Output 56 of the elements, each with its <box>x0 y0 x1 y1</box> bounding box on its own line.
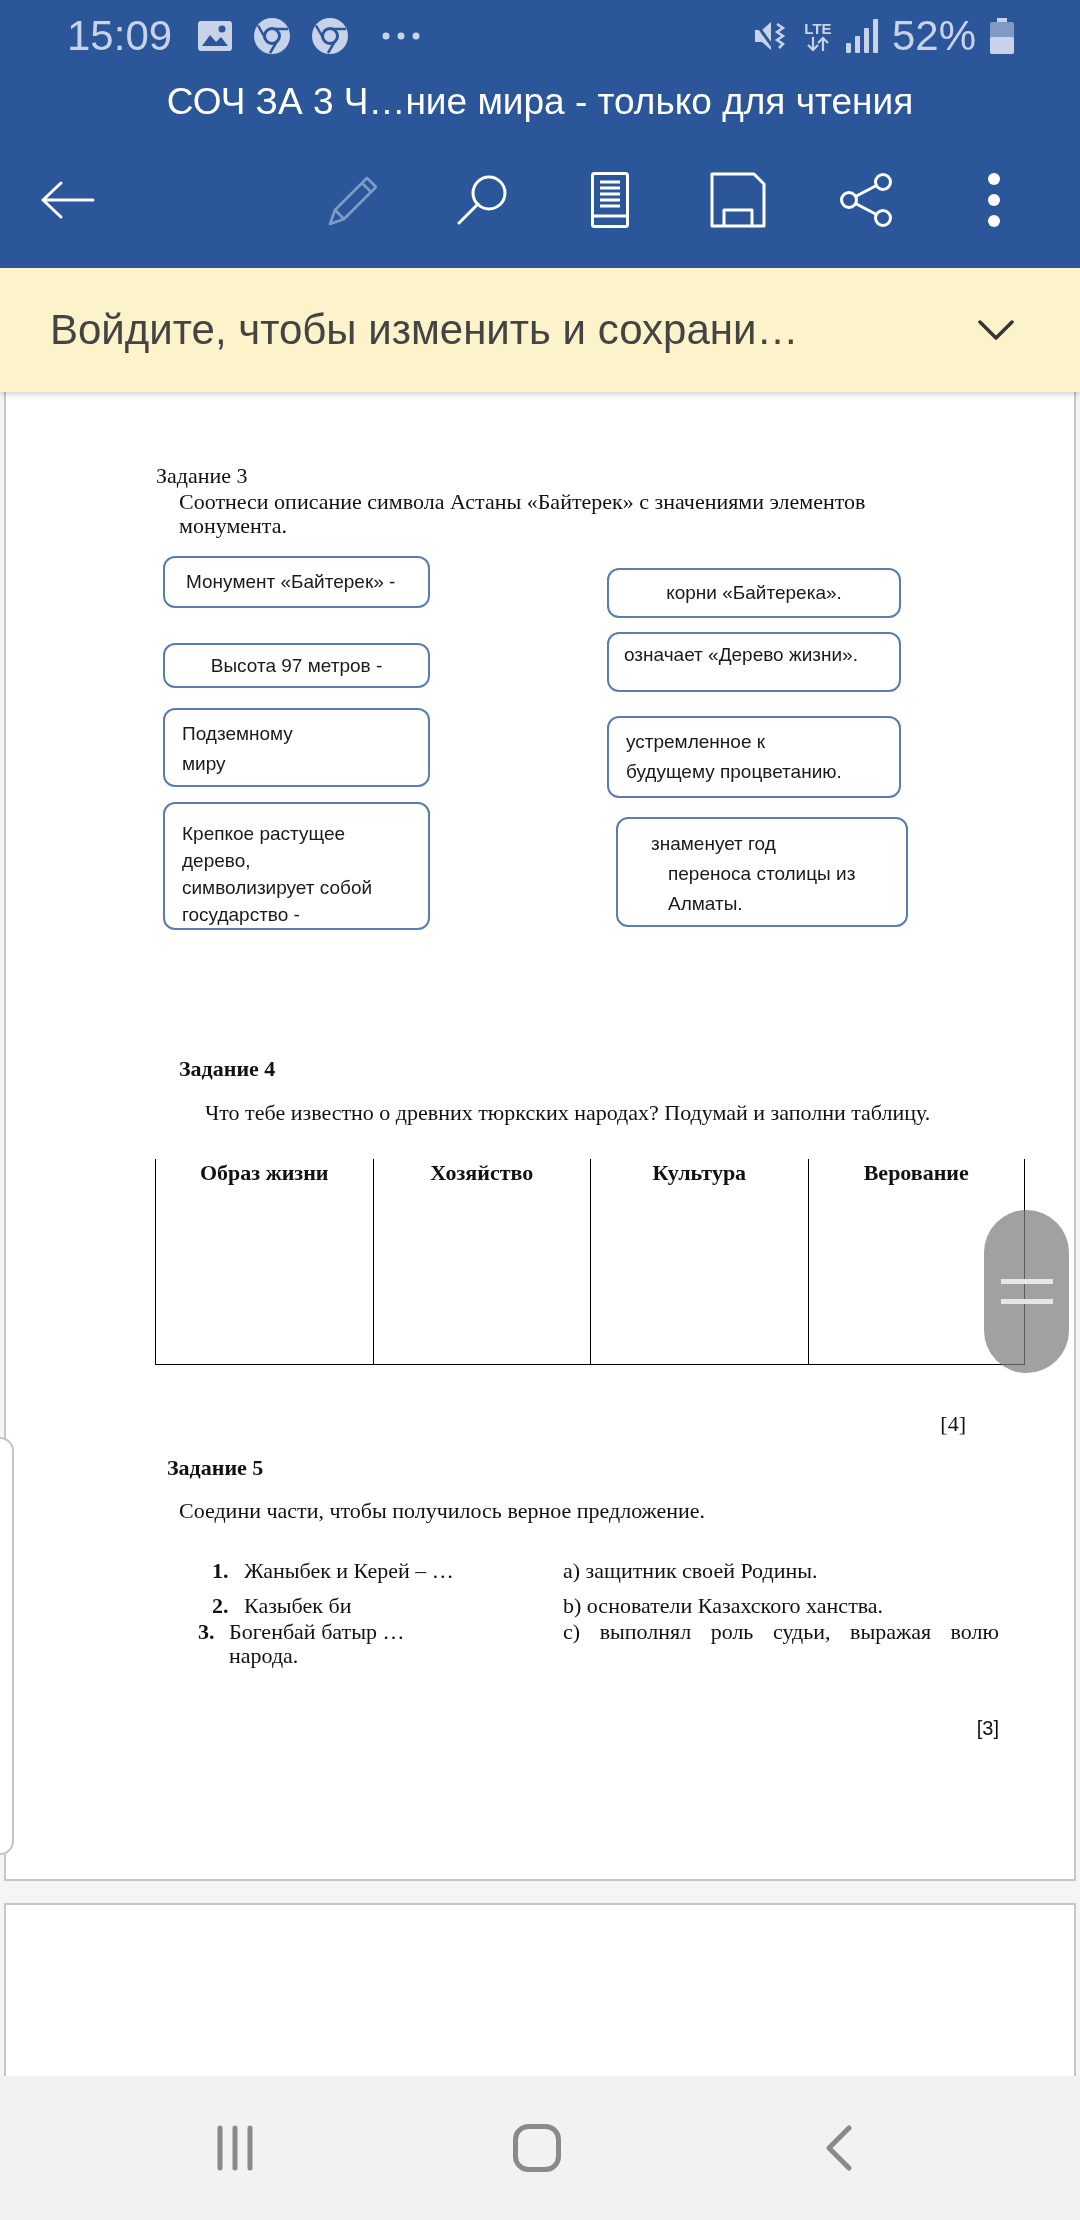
meaning-card: знаменует год переноса столицы из Алматы. <box>616 817 908 927</box>
answer-option: c) выполнял роль судьи, выражая волю <box>563 1620 999 1644</box>
image-icon <box>198 21 233 51</box>
answer-cell[interactable] <box>590 1187 808 1365</box>
statement-card: Крепкое растущее дерево, символизирует собой государство - <box>163 802 430 930</box>
share-button[interactable] <box>839 172 893 228</box>
match-item: Богенбай батыр … <box>229 1620 405 1644</box>
document-title: СОЧ ЗА 3 Ч…ние мира - только для чтения <box>166 80 914 124</box>
task-heading: Задание 5 <box>167 1456 264 1480</box>
meaning-card: означает «Дерево жизни». <box>607 632 901 692</box>
chevron-down-icon[interactable] <box>978 320 1014 340</box>
statement-card: Подземному миру <box>163 708 430 787</box>
answer-option: a) защитник своей Родины. <box>563 1559 818 1583</box>
more-notifications-icon <box>382 32 421 40</box>
match-item: Казыбек би <box>244 1594 352 1618</box>
wrapped-line: народа. <box>229 1644 299 1668</box>
statement-card: Высота 97 метров - <box>163 643 430 688</box>
table-header: Образ жизни <box>155 1159 373 1187</box>
table-header: Хозяйство <box>372 1159 590 1187</box>
task-instruction: Соотнеси описание символа Астаны «Байтерек» с значениями элементов монумента. <box>179 490 867 538</box>
task-heading: Задание 3 <box>156 464 248 488</box>
share-icon <box>839 172 893 228</box>
task-instruction: Что тебе известно о древних тюркских народах? Подумай и заполни таблицу. <box>205 1101 931 1125</box>
reading-view-button[interactable] <box>591 172 629 228</box>
document-lines-icon <box>591 172 629 228</box>
meaning-card: устремленное к будущему процветанию. <box>607 716 901 798</box>
browser-icon <box>254 18 291 54</box>
score-label: [4] <box>940 1412 966 1436</box>
answer-option: b) основатели Казахского ханства. <box>563 1594 884 1618</box>
task-instruction: Соедини части, чтобы получилось верное предложение. <box>179 1499 706 1523</box>
battery-icon <box>990 18 1014 54</box>
task-heading: Задание 4 <box>179 1057 276 1081</box>
item-number: 3. <box>198 1619 215 1644</box>
signal-icon <box>845 19 878 53</box>
item-number: 1. <box>212 1558 229 1583</box>
recent-apps-icon[interactable] <box>216 2125 254 2171</box>
score-label: [3] <box>976 1716 999 1740</box>
banner-message: Войдите, чтобы изменить и сохрани… <box>50 306 799 354</box>
more-button[interactable] <box>987 172 1001 228</box>
more-icon <box>987 172 1001 228</box>
table-header: Верование <box>807 1159 1025 1187</box>
home-icon[interactable] <box>513 2124 561 2172</box>
statement-card: Монумент «Байтерек» - <box>163 556 430 608</box>
browser-icon <box>312 18 349 54</box>
table-header: Культура <box>590 1159 808 1187</box>
meaning-card: корни «Байтерека». <box>607 568 901 618</box>
answer-cell[interactable] <box>155 1187 373 1365</box>
save-button[interactable] <box>710 172 766 228</box>
back-icon[interactable] <box>825 2125 853 2171</box>
match-item: Жаныбек и Керей – … <box>244 1559 454 1583</box>
network-type-label: LTE <box>804 20 832 36</box>
battery-percent: 52% <box>891 12 976 60</box>
edge-panel-handle[interactable] <box>0 1437 14 1855</box>
answer-cell[interactable] <box>372 1187 590 1365</box>
status-time: 15:09 <box>67 12 173 60</box>
item-number: 2. <box>212 1593 229 1618</box>
